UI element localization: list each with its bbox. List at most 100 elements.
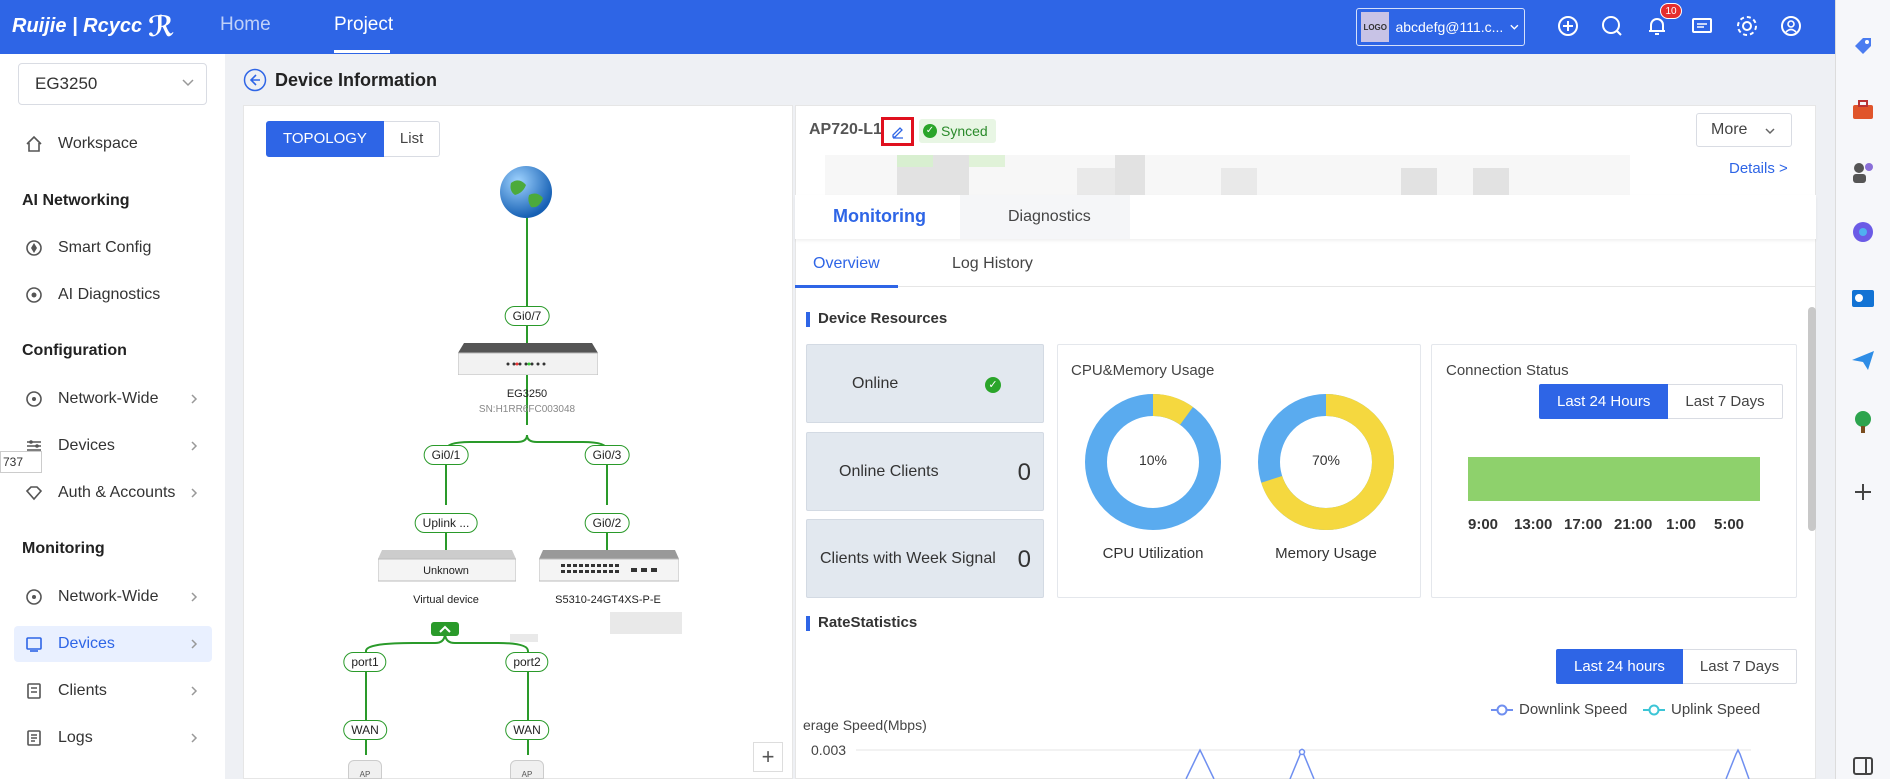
device-selector[interactable]: EG3250 — [18, 63, 207, 105]
rate-y-tick: 0.003 — [811, 742, 847, 758]
gateway-name: EG3250 — [506, 388, 548, 400]
sidebar-item-label: Clients — [58, 682, 107, 699]
blurred-region — [1221, 168, 1257, 197]
people-icon[interactable] — [1849, 158, 1877, 186]
briefcase-icon[interactable] — [1849, 96, 1877, 124]
search-icon[interactable] — [1598, 12, 1626, 40]
collapse-up-icon[interactable] — [431, 622, 459, 636]
blurred-region — [1077, 168, 1115, 197]
gear-icon[interactable] — [1733, 12, 1761, 40]
more-button[interactable]: More — [1696, 113, 1792, 147]
hover-tooltip: 737 — [0, 451, 42, 473]
sync-status-text: Synced — [941, 123, 988, 139]
sidebar-item-smart-config[interactable]: Smart Config — [14, 230, 212, 266]
port-uplink[interactable]: Uplink ... — [414, 513, 478, 533]
message-icon[interactable] — [1688, 12, 1716, 40]
brand-text: Ruijie | Rcycc — [12, 15, 143, 37]
port-wan-1[interactable]: WAN — [343, 720, 387, 740]
sidebar-item-config-network[interactable]: Network-Wide — [14, 381, 212, 417]
sidebar-item-mon-devices[interactable]: Devices — [14, 626, 212, 662]
port-gi0-7[interactable]: Gi0/7 — [504, 306, 550, 326]
blurred-region — [510, 634, 538, 642]
edit-name-button[interactable] — [881, 117, 914, 146]
copilot-icon[interactable] — [1849, 218, 1877, 246]
device-resources-heading: Device Resources — [806, 310, 947, 327]
port-gi0-1[interactable]: Gi0/1 — [423, 445, 469, 465]
sidebar-item-label: Logs — [58, 729, 93, 746]
switch-device-icon[interactable] — [539, 550, 679, 582]
network-icon — [26, 589, 42, 605]
port-gi0-3[interactable]: Gi0/3 — [584, 445, 630, 465]
weak-signal-label: Clients with Week Signal — [820, 550, 996, 567]
legend-uplink: Uplink Speed — [1643, 701, 1760, 718]
details-link[interactable]: Details > — [1729, 160, 1788, 177]
check-icon: ✓ — [923, 124, 937, 138]
device-name: AP720-L1 — [809, 121, 882, 138]
detail-scrollbar[interactable] — [1808, 307, 1816, 531]
browser-sidebar — [1835, 0, 1890, 779]
port-port2[interactable]: port2 — [505, 652, 549, 672]
user-icon[interactable] — [1777, 12, 1805, 40]
blurred-region — [897, 155, 933, 167]
sidebar-item-config-devices[interactable]: Devices — [14, 428, 212, 464]
btn-last-24-hours[interactable]: Last 24 hours — [1556, 649, 1683, 684]
port-wan-2[interactable]: WAN — [505, 720, 549, 740]
port-port1[interactable]: port1 — [343, 652, 387, 672]
add-icon[interactable] — [1849, 478, 1877, 506]
port-gi0-2[interactable]: Gi0/2 — [584, 513, 630, 533]
weak-signal-card: Clients with Week Signal 0 — [806, 519, 1044, 598]
sidebar-item-label: Devices — [58, 437, 115, 454]
online-clients-label: Online Clients — [839, 463, 939, 480]
main-tabs — [795, 195, 1816, 239]
tab-diagnostics[interactable]: Diagnostics — [1008, 208, 1091, 226]
subtabs-divider — [795, 286, 1816, 287]
btn-last-24-hours[interactable]: Last 24 Hours — [1539, 384, 1669, 419]
account-logo: LOGO — [1361, 12, 1390, 42]
sidebar-toggle-icon[interactable] — [1849, 752, 1877, 779]
brand-logo[interactable]: Ruijie | Rcycc ℛ — [12, 10, 174, 43]
time-label: 1:00 — [1666, 516, 1697, 533]
add-icon[interactable] — [1554, 12, 1582, 40]
online-clients-value: 0 — [1017, 459, 1031, 486]
nav-active-indicator — [334, 50, 390, 53]
nav-home[interactable]: Home — [220, 14, 271, 36]
sidebar-item-workspace[interactable]: Workspace — [14, 126, 212, 162]
sidebar-item-label: Auth & Accounts — [58, 484, 176, 501]
sidebar-item-clients[interactable]: Clients — [14, 673, 212, 709]
sidebar-item-logs[interactable]: Logs — [14, 720, 212, 756]
tag-icon[interactable] — [1849, 32, 1877, 60]
back-arrow-icon[interactable] — [243, 68, 267, 92]
sidebar-item-label: Workspace — [58, 135, 138, 152]
ap-device-2[interactable]: AP — [510, 760, 544, 779]
section-ai-networking: AI Networking — [22, 192, 130, 209]
diagnostics-icon — [26, 287, 42, 303]
connection-status-bar — [1468, 457, 1760, 501]
outlook-icon[interactable] — [1849, 284, 1877, 312]
sidebar-item-ai-diagnostics[interactable]: AI Diagnostics — [14, 277, 212, 313]
ap-device-1[interactable]: AP — [348, 760, 382, 779]
sidebar-item-auth-accounts[interactable]: Auth & Accounts — [14, 475, 212, 511]
nav-project[interactable]: Project — [334, 14, 393, 36]
gateway-device-icon[interactable] — [458, 343, 598, 375]
tab-overview[interactable]: Overview — [813, 255, 880, 273]
time-label: 9:00 — [1468, 516, 1499, 533]
blurred-region — [1473, 168, 1509, 197]
time-label: 17:00 — [1564, 516, 1603, 533]
sidebar-item-mon-network[interactable]: Network-Wide — [14, 579, 212, 615]
zoom-in-button[interactable]: + — [753, 742, 783, 772]
tree-icon[interactable] — [1849, 408, 1877, 436]
btn-last-7-days[interactable]: Last 7 Days — [1682, 649, 1798, 684]
send-icon[interactable] — [1849, 346, 1877, 374]
uplink-marker-icon — [1643, 704, 1665, 715]
switch-name: S5310-24GT4XS-P-E — [555, 594, 661, 606]
internet-globe-icon[interactable] — [499, 165, 553, 219]
clients-icon — [27, 683, 41, 699]
btn-last-7-days[interactable]: Last 7 Days — [1668, 384, 1783, 419]
tab-log-history[interactable]: Log History — [952, 255, 1033, 273]
memory-label: Memory Usage — [1275, 545, 1377, 562]
sync-status-badge: ✓ Synced — [919, 119, 996, 143]
logs-icon — [27, 730, 41, 746]
tab-monitoring[interactable]: Monitoring — [833, 206, 926, 227]
unknown-label: Unknown — [423, 565, 469, 577]
account-selector[interactable]: LOGO abcdefg@111.c... — [1356, 8, 1525, 46]
